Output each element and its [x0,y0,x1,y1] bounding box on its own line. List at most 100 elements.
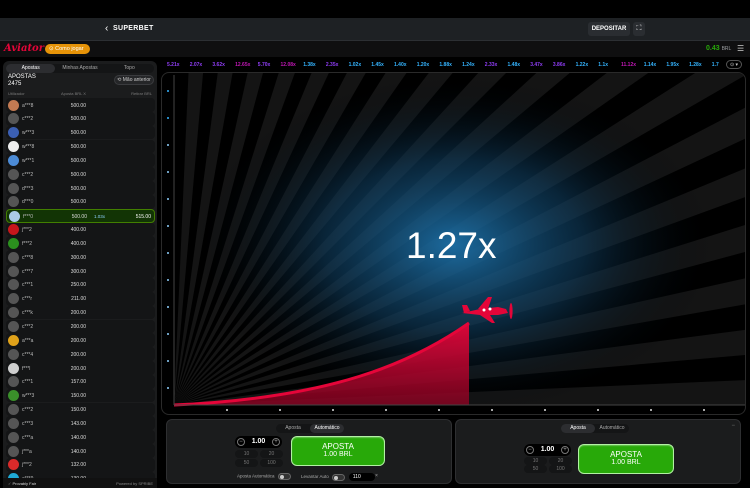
bet-row: a***a 200.00 [6,333,155,348]
history-multiplier[interactable]: 1.1x [598,60,608,70]
history-multiplier[interactable]: 1.02x [349,60,362,70]
axis-dot [167,333,169,335]
history-multiplier[interactable]: 1.88x [439,60,452,70]
axis-dot [167,252,169,254]
back-icon[interactable]: ‹ [105,23,108,34]
bet-user: a***8 [22,102,34,109]
history-multiplier[interactable]: 5.21x [167,60,180,70]
bet-row: w***3 150.00 [6,388,155,403]
history-multiplier[interactable]: 2.35x [326,60,339,70]
auto-cashout-input[interactable]: 110 [348,473,375,481]
bet-user: c***3 [22,420,34,427]
remove-panel-icon[interactable]: − [731,423,735,429]
minus-icon[interactable]: − [526,446,534,454]
quick-amount[interactable]: 10 [235,450,258,458]
history-multiplier[interactable]: 1.7 [712,60,719,70]
tab-all-bets[interactable]: Apostas [6,64,56,73]
history-multiplier[interactable]: 5.70x [258,60,271,70]
bet-user: f***l [22,365,31,372]
tab-auto[interactable]: Automático [595,424,629,433]
history-multiplier[interactable]: 2.07x [190,60,203,70]
provably-fair-label: Provably Fair [12,481,37,486]
bet-amount: 500.00 [70,130,86,137]
history-multiplier[interactable]: 1.38x [303,60,316,70]
tab-bet[interactable]: Aposta [276,424,310,433]
bet-button[interactable]: APOSTA 1.00 BRL [291,436,385,466]
history-multiplier[interactable]: 1.45x [371,60,384,70]
bet-user: d***0 [22,199,34,206]
history-multiplier[interactable]: 1.14x [644,60,657,70]
history-multiplier[interactable]: 1.22x [576,60,589,70]
bet-user: j***a [22,448,32,455]
avatar [8,417,19,429]
minus-icon[interactable]: − [237,438,245,446]
bet-amount: 500.00 [71,214,87,221]
axis-dot [332,409,334,411]
stake-value[interactable]: 1.00 [534,446,561,453]
bet-user: j***2 [22,462,32,469]
history-multiplier[interactable]: 11.12x [621,60,636,70]
fullscreen-icon[interactable]: ⛶ [633,22,645,36]
history-multiplier[interactable]: 1.48x [508,60,521,70]
bet-user: c***1 [22,379,34,386]
bet-amount: 500.00 [70,199,86,206]
history-multiplier[interactable]: 1.95x [666,60,679,70]
history-multiplier[interactable]: 2.33x [485,60,498,70]
quick-amount[interactable]: 20 [549,457,572,465]
avatar [8,251,19,263]
how-to-play-button[interactable]: ⊙ Como jogar [45,44,90,54]
menu-icon[interactable]: ☰ [737,44,744,53]
quick-amount[interactable]: 50 [235,459,258,467]
quick-amount[interactable]: 100 [260,459,283,467]
stake-stepper[interactable]: − 1.00 + [235,436,282,448]
history-multiplier[interactable]: 12.08x [281,60,296,70]
bet-button[interactable]: APOSTA 1.00 BRL [578,444,674,474]
auto-cashout-toggle[interactable] [331,473,345,481]
bet-amount: 300.00 [70,268,86,275]
quick-amount[interactable]: 20 [260,450,283,458]
bet-button-amount: 1.00 BRL [611,459,641,466]
history-multiplier[interactable]: 3.47x [530,60,543,70]
auto-bet-label: Aposta Automática [237,473,275,479]
quick-amount[interactable]: 50 [524,465,547,473]
avatar [8,113,19,125]
avatar [8,154,19,166]
avatar [8,334,19,346]
plus-icon[interactable]: + [272,438,280,446]
history-expand-button[interactable]: ⊙ ▾ [726,60,742,69]
stake-value[interactable]: 1.00 [245,438,272,445]
quick-amount[interactable]: 100 [549,465,572,473]
col-bet: Aposta BRL X [61,91,86,96]
axis-dot [279,409,281,411]
tab-auto[interactable]: Automático [310,424,344,433]
history-multiplier[interactable]: 3.62x [212,60,225,70]
quick-amount[interactable]: 10 [524,457,547,465]
history-multiplier[interactable]: 1.20x [417,60,430,70]
history-multiplier[interactable]: 12.65x [235,60,250,70]
avatar [8,376,19,388]
round-history: ⊙ ▾ 5.21x 2.07x 3.62x 12.65x 5.70x 12.08x 1.38… [161,60,746,70]
auto-cashout-row: Levantar Auto 110 [301,473,375,481]
provably-fair-link[interactable]: ✓ Provably Fair [8,481,36,486]
bet-panel-2: − Aposta Automático − 1.00 + 10 20 50 10… [455,419,741,484]
history-multiplier[interactable]: 1.28x [689,60,702,70]
bet-row: f***l 200.00 [6,361,155,375]
tab-bet[interactable]: Aposta [561,424,595,433]
tab-top[interactable]: Topo [105,64,154,73]
previous-round-button[interactable]: ⟲ Mão anterior [114,75,154,85]
stake-stepper[interactable]: − 1.00 + [524,444,571,456]
auto-bet-toggle[interactable] [277,473,291,480]
history-multiplier[interactable]: 1.40x [394,60,407,70]
tab-my-bets[interactable]: Minhas Apostas [55,64,104,73]
bet-user: c***k [22,310,33,317]
history-multiplier[interactable]: 1.24x [462,60,475,70]
clear-icon[interactable]: × [375,473,378,479]
axis-dot [167,225,169,227]
bet-amount: 200.00 [70,365,86,372]
bet-user: c***2 [22,324,34,330]
history-multiplier[interactable]: 3.86x [553,60,566,70]
plus-icon[interactable]: + [561,446,569,454]
deposit-button[interactable]: DEPOSITAR [588,22,630,36]
brand-logo[interactable]: SUPERBET [113,25,154,32]
avatar [8,237,19,249]
